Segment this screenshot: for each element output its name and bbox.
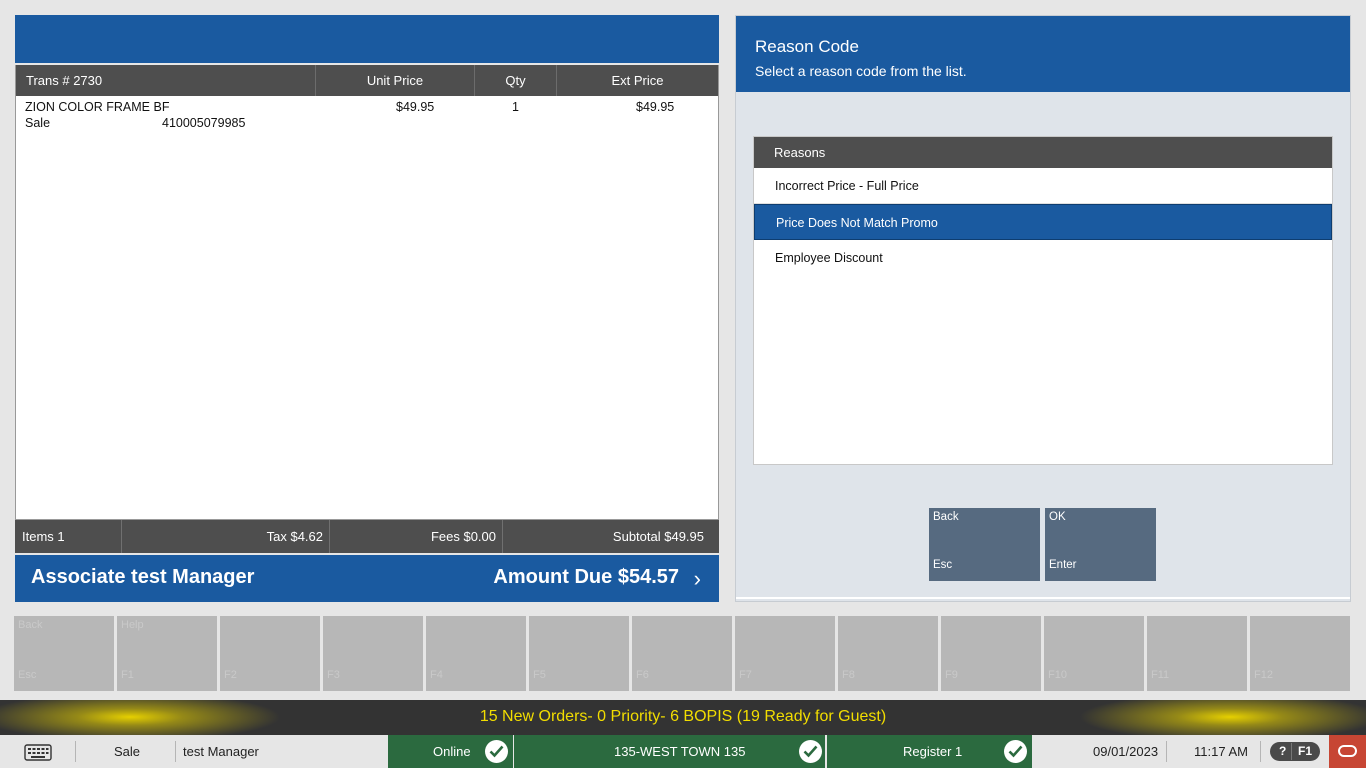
time-label: 11:17 AM <box>1194 744 1248 759</box>
fkey-f8-button[interactable]: F8 <box>838 616 938 691</box>
panel-title: Reason Code <box>755 37 859 56</box>
status-bar: Sale test Manager Online 135-WEST TOWN 1… <box>0 735 1366 768</box>
list-item[interactable]: Employee Discount <box>754 240 1332 276</box>
online-label: Online <box>433 744 471 759</box>
fkey-f7-button[interactable]: F7 <box>735 616 835 691</box>
item-sku: 410005079985 <box>162 116 246 130</box>
back-button-key: Esc <box>933 559 953 571</box>
transaction-table: Trans # 2730 Unit Price Qty Ext Price ZI… <box>15 65 719 520</box>
item-type: Sale <box>25 116 51 130</box>
check-icon <box>799 740 822 763</box>
oracle-logo-icon[interactable] <box>1329 735 1366 768</box>
amount-due: Amount Due $54.57 <box>493 566 679 588</box>
fkey-label: Back <box>18 619 43 631</box>
item-name: ZION COLOR FRAME BF <box>25 100 170 114</box>
fkey-label: Help <box>121 619 144 631</box>
back-button[interactable]: Back Esc <box>929 508 1040 581</box>
fkey-key: F12 <box>1254 669 1273 681</box>
store-status[interactable]: 135-WEST TOWN 135 <box>514 735 825 768</box>
item-qty: 1 <box>512 100 519 114</box>
ok-button-label: OK <box>1049 511 1066 523</box>
ok-button-key: Enter <box>1049 559 1077 571</box>
store-label: 135-WEST TOWN 135 <box>614 744 746 759</box>
fkey-key: F3 <box>327 669 340 681</box>
transaction-header-bar <box>15 15 719 63</box>
fkey-key: F11 <box>1151 669 1170 681</box>
fkey-f10-button[interactable]: F10 <box>1044 616 1144 691</box>
qty-header: Qty <box>475 65 557 96</box>
fkey-f12-button[interactable]: F12 <box>1250 616 1350 691</box>
table-row[interactable]: ZION COLOR FRAME BF Sale 410005079985 $4… <box>16 96 718 132</box>
totals-bar: Items 1 Tax $4.62 Fees $0.00 Subtotal $4… <box>15 520 719 553</box>
fkey-f2-button[interactable]: F2 <box>220 616 320 691</box>
help-button[interactable]: ? F1 <box>1270 742 1320 761</box>
fkey-f3-button[interactable]: F3 <box>323 616 423 691</box>
fkey-key: Esc <box>18 669 37 681</box>
mode-label: Sale <box>114 744 141 759</box>
fkey-f4-button[interactable]: F4 <box>426 616 526 691</box>
divider <box>175 741 176 762</box>
date-label: 09/01/2023 <box>1093 744 1159 759</box>
order-notification-text: 15 New Orders- 0 Priority- 6 BOPIS (19 R… <box>479 708 887 725</box>
user-label: test Manager <box>183 744 259 759</box>
check-icon <box>485 740 508 763</box>
trans-number-header: Trans # 2730 <box>16 65 316 96</box>
item-unit-price: $49.95 <box>396 100 435 114</box>
fkey-key: F9 <box>945 669 958 681</box>
amount-due-bar[interactable]: Associate test Manager Amount Due $54.57… <box>15 555 719 602</box>
items-count: Items 1 <box>15 520 122 553</box>
unit-price-header: Unit Price <box>316 65 475 96</box>
back-button-label: Back <box>933 511 959 523</box>
ext-price-header: Ext Price <box>611 73 664 88</box>
fees-total: Fees $0.00 <box>330 520 503 553</box>
transaction-table-header: Trans # 2730 Unit Price Qty Ext Price <box>16 65 718 96</box>
reason-code-header: Reason Code Select a reason code from th… <box>736 16 1350 92</box>
subtotal: Subtotal $49.95 <box>612 529 704 544</box>
fkey-f11-button[interactable]: F11 <box>1147 616 1247 691</box>
divider <box>75 741 76 762</box>
divider <box>1166 741 1167 762</box>
online-status[interactable]: Online <box>388 735 513 768</box>
reasons-list: Reasons Incorrect Price - Full Price Pri… <box>753 136 1333 465</box>
fkey-key: F10 <box>1048 669 1067 681</box>
register-status[interactable]: Register 1 <box>827 735 1032 768</box>
keyboard-icon[interactable] <box>24 735 54 768</box>
fkey-key: F4 <box>430 669 443 681</box>
reason-code-panel: Reason Code Select a reason code from th… <box>735 15 1351 602</box>
fkey-key: F2 <box>224 669 237 681</box>
list-item-selected[interactable]: Price Does Not Match Promo <box>754 204 1332 240</box>
fkey-f1-button[interactable]: Help F1 <box>117 616 217 691</box>
fkey-f9-button[interactable]: F9 <box>941 616 1041 691</box>
fkey-key: F1 <box>121 669 134 681</box>
fkey-key: F7 <box>739 669 752 681</box>
check-icon <box>1004 740 1027 763</box>
item-ext-price: $49.95 <box>636 100 675 114</box>
associate-name: Associate test Manager <box>31 566 255 588</box>
panel-subtitle: Select a reason code from the list. <box>755 63 967 79</box>
divider <box>1260 741 1261 762</box>
help-icon: ? <box>1279 744 1287 758</box>
ok-button[interactable]: OK Enter <box>1045 508 1156 581</box>
register-label: Register 1 <box>903 744 963 759</box>
list-item[interactable]: Incorrect Price - Full Price <box>754 168 1332 204</box>
fkey-f6-button[interactable]: F6 <box>632 616 732 691</box>
fkey-key: F5 <box>533 669 546 681</box>
order-notification-bar[interactable]: 15 New Orders- 0 Priority- 6 BOPIS (19 R… <box>0 700 1366 735</box>
chevron-right-icon[interactable]: › <box>694 566 701 592</box>
tax-total: Tax $4.62 <box>122 520 330 553</box>
fkey-key: F8 <box>842 669 855 681</box>
help-divider <box>1291 743 1292 760</box>
help-key: F1 <box>1298 744 1313 758</box>
reasons-list-header: Reasons <box>754 137 1332 168</box>
fkey-esc-button[interactable]: Back Esc <box>14 616 114 691</box>
fkey-f5-button[interactable]: F5 <box>529 616 629 691</box>
fkey-key: F6 <box>636 669 649 681</box>
